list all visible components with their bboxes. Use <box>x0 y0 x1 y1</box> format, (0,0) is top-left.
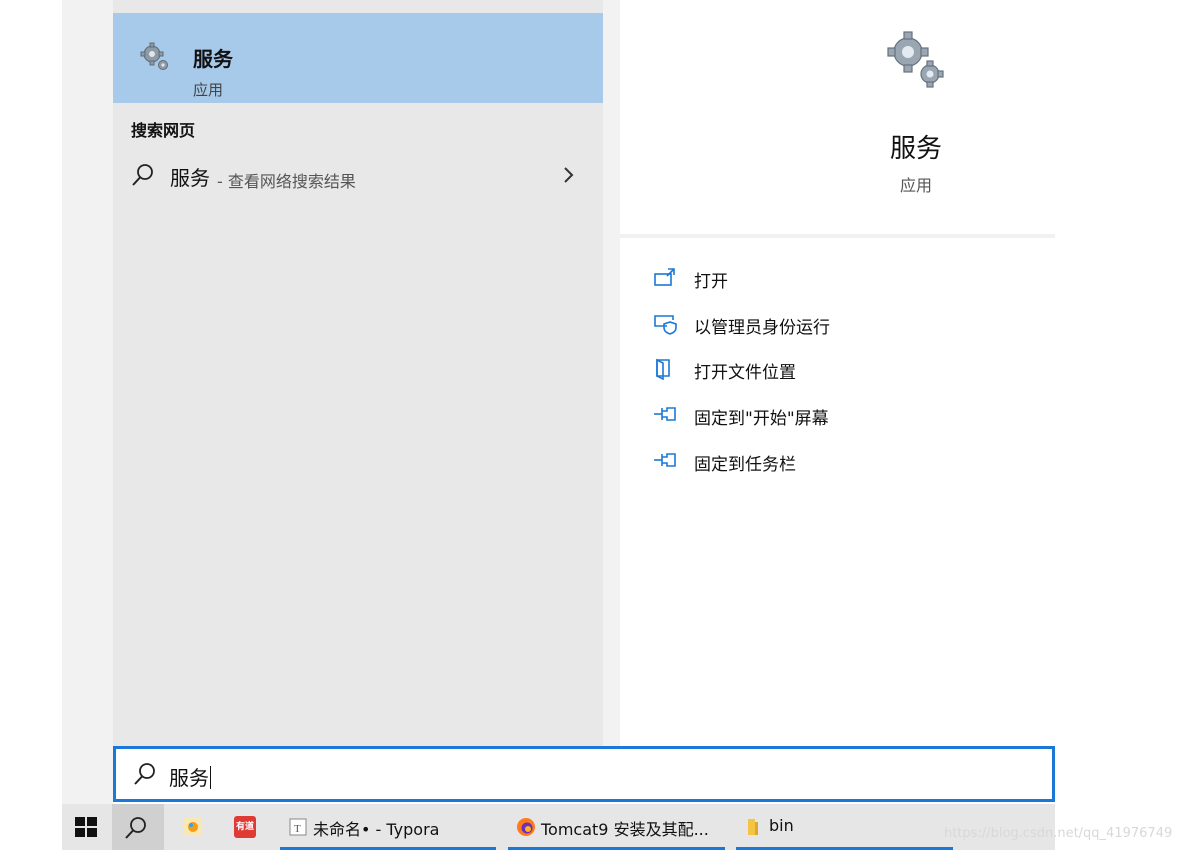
taskbar-task-explorer[interactable]: bin <box>736 804 953 850</box>
action-pin-to-taskbar-label: 固定到任务栏 <box>694 455 796 475</box>
action-pin-to-taskbar[interactable]: 固定到任务栏 <box>620 444 1055 478</box>
services-gear-icon <box>887 31 944 88</box>
search-icon <box>125 817 146 839</box>
task-label: bin <box>769 816 794 835</box>
desktop: 服务 应用 搜索网页 服务 - 查看网络搜索结果 服务 应用 打开 以管理员身份… <box>0 0 1198 854</box>
text-caret <box>210 766 211 789</box>
task-active-indicator <box>280 847 496 850</box>
web-search-term: 服务 <box>170 166 210 190</box>
pin-icon <box>654 407 676 421</box>
run-as-admin-icon <box>654 315 677 335</box>
file-location-icon <box>656 358 670 380</box>
taskbar-task-typora[interactable]: T 未命名• - Typora <box>280 804 496 850</box>
open-icon <box>654 268 675 286</box>
services-gear-icon <box>140 42 168 70</box>
web-search-hint: - 查看网络搜索结果 <box>217 172 356 191</box>
action-pin-to-start[interactable]: 固定到"开始"屏幕 <box>620 398 1055 432</box>
taskbar: 有道 T 未命名• - Typora Tomcat9 安装及其配... bin <box>62 804 1055 850</box>
task-active-indicator <box>736 847 953 850</box>
youdao-icon: 有道 <box>234 816 256 838</box>
action-open-label: 打开 <box>694 272 728 292</box>
windows-logo-icon <box>75 817 97 837</box>
watermark: https://blog.csdn.net/qq_41976749 <box>944 826 1173 841</box>
preview-type: 应用 <box>899 176 932 195</box>
start-button[interactable] <box>62 804 112 850</box>
task-active-indicator <box>508 847 725 850</box>
typora-icon: T <box>289 818 307 836</box>
folder-icon <box>748 819 758 835</box>
store-app-icon <box>184 818 202 836</box>
taskbar-search-button[interactable] <box>112 804 164 850</box>
action-open-file-location-label: 打开文件位置 <box>694 363 796 383</box>
task-label: Tomcat9 安装及其配... <box>541 820 709 839</box>
best-match-title: 服务 <box>193 47 233 71</box>
taskbar-pinned-app[interactable] <box>172 804 216 850</box>
best-match-item[interactable]: 服务 应用 <box>113 13 603 103</box>
action-open[interactable]: 打开 <box>620 261 1055 295</box>
preview-divider <box>620 234 1055 238</box>
preview-title: 服务 <box>889 134 942 164</box>
pane-gap <box>603 0 620 746</box>
taskbar-pinned-youdao[interactable]: 有道 <box>224 804 268 850</box>
action-run-as-admin-label: 以管理员身份运行 <box>694 318 830 338</box>
taskbar-task-firefox[interactable]: Tomcat9 安装及其配... <box>508 804 725 850</box>
search-results-pane <box>113 0 603 746</box>
search-icon <box>134 763 155 785</box>
action-open-file-location[interactable]: 打开文件位置 <box>620 352 1055 386</box>
firefox-icon <box>517 818 535 836</box>
action-run-as-admin[interactable]: 以管理员身份运行 <box>620 307 1055 341</box>
svg-text:T: T <box>294 823 301 835</box>
search-input[interactable]: 服务 <box>169 762 211 791</box>
search-box[interactable]: 服务 <box>113 746 1055 802</box>
search-icon <box>132 164 153 186</box>
task-label: 未命名• - Typora <box>313 820 440 839</box>
chevron-right-icon[interactable] <box>561 165 577 185</box>
start-left-strip <box>62 0 113 804</box>
web-search-result[interactable]: 服务 - 查看网络搜索结果 <box>113 152 603 200</box>
action-pin-to-start-label: 固定到"开始"屏幕 <box>694 409 829 429</box>
pin-icon <box>654 453 676 467</box>
search-query-text: 服务 <box>169 766 209 790</box>
best-match-subtitle: 应用 <box>193 81 224 99</box>
web-section-heading: 搜索网页 <box>131 121 196 140</box>
